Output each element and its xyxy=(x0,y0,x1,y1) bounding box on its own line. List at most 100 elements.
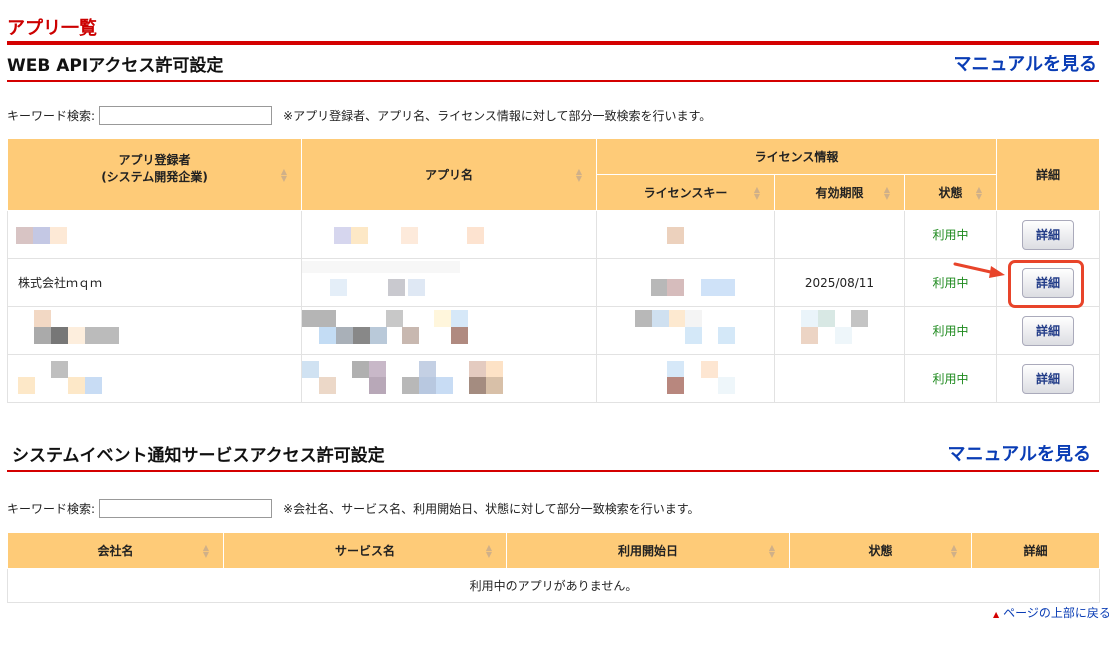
sort-icon: ▲ ▼ xyxy=(950,542,957,559)
app-name-cell xyxy=(301,210,597,259)
redacted-block xyxy=(419,377,436,394)
redacted-block xyxy=(34,327,51,344)
page-top-link[interactable]: ▲ ページの上部に戻る xyxy=(993,604,1109,621)
page-top-label: ページの上部に戻る xyxy=(1003,606,1109,620)
col-sysevent-status[interactable]: 状態 ▲ ▼ xyxy=(789,532,972,569)
col-company[interactable]: 会社名 ▲ ▼ xyxy=(7,532,224,569)
sort-icon: ▲ ▼ xyxy=(280,166,287,183)
webapi-search-hint: ※アプリ登録者、アプリ名、ライセンス情報に対して部分一致検索を行います。 xyxy=(283,109,712,123)
expiry-cell: 2025/08/11 xyxy=(774,258,905,307)
redacted-block xyxy=(18,377,35,394)
redacted-block xyxy=(302,310,336,327)
sysevent-manual-link[interactable]: マニュアルを見る xyxy=(948,440,1091,466)
license-key-cell xyxy=(596,354,775,403)
expiry-cell xyxy=(774,306,905,355)
sysevent-search-label: キーワード検索: xyxy=(7,502,96,516)
table-row: 利用中 詳細 xyxy=(7,354,1101,403)
redacted-block xyxy=(635,310,652,327)
col-app-name[interactable]: アプリ名 ▲ ▼ xyxy=(301,138,597,211)
redacted-block xyxy=(451,310,468,327)
redacted-block xyxy=(51,361,68,378)
redacted-block xyxy=(436,377,453,394)
registrant-cell: 株式会社ｍｑｍ xyxy=(7,258,302,307)
sysevent-section-header: システムイベント通知サービスアクセス許可設定 マニュアルを見る xyxy=(7,442,1099,472)
webapi-manual-link[interactable]: マニュアルを見る xyxy=(954,50,1097,76)
sysevent-table: 会社名 ▲ ▼ サービス名 ▲ ▼ 利用開始日 ▲ ▼ 状態 ▲ ▼ 詳細 利用中のアプ… xyxy=(7,532,1100,603)
redacted-block xyxy=(451,327,468,344)
col-service[interactable]: サービス名 ▲ ▼ xyxy=(223,532,507,569)
redacted-block xyxy=(718,327,735,344)
detail-cell: 詳細 xyxy=(996,210,1101,259)
col-service-label: サービス名 xyxy=(334,544,395,558)
redacted-block xyxy=(701,279,718,296)
redacted-block xyxy=(667,227,684,244)
redacted-block xyxy=(667,377,684,394)
redacted-block xyxy=(16,227,33,244)
registrant-cell xyxy=(7,354,302,403)
redacted-block xyxy=(801,327,818,344)
redacted-block xyxy=(818,310,835,327)
col-registrant-label: アプリ登録者 xyxy=(118,152,191,167)
redacted-block xyxy=(68,377,85,394)
redacted-block xyxy=(419,361,436,378)
redacted-block xyxy=(401,227,418,244)
redacted-block xyxy=(334,227,351,244)
redacted-block xyxy=(402,377,419,394)
sort-icon: ▲ ▼ xyxy=(753,184,760,201)
redacted-block xyxy=(302,261,460,273)
col-start-date[interactable]: 利用開始日 ▲ ▼ xyxy=(506,532,790,569)
license-key-cell xyxy=(596,306,775,355)
webapi-search-input[interactable] xyxy=(99,106,273,125)
col-registrant-sub: (システム開発企業) xyxy=(101,169,208,184)
col-status-label: 状態 xyxy=(938,186,963,200)
table-row: 株式会社ｍｑｍ 2025/08/11 利用中 詳細 xyxy=(7,258,1101,307)
col-license-group: ライセンス情報 xyxy=(595,138,998,175)
col-license-key[interactable]: ライセンスキー ▲ ▼ xyxy=(596,174,775,211)
col-license-key-label: ライセンスキー xyxy=(643,186,728,200)
col-registrant[interactable]: アプリ登録者 (システム開発企業) ▲ ▼ xyxy=(7,138,302,211)
triangle-up-icon: ▲ xyxy=(993,610,1000,619)
redacted-block xyxy=(319,377,336,394)
col-status[interactable]: 状態 ▲ ▼ xyxy=(903,174,998,211)
status-cell: 利用中 xyxy=(903,210,998,259)
redacted-block xyxy=(667,361,684,378)
app-name-cell xyxy=(301,306,597,355)
col-start-date-label: 利用開始日 xyxy=(617,544,678,558)
table-row: 利用中のアプリがありません。 xyxy=(7,568,1100,603)
webapi-section-header: WEB APIアクセス許可設定 マニュアルを見る xyxy=(7,52,1099,82)
redacted-block xyxy=(336,327,353,344)
col-app-name-label: アプリ名 xyxy=(424,168,473,182)
redacted-block xyxy=(718,279,735,296)
redacted-block xyxy=(652,310,669,327)
sysevent-heading: システムイベント通知サービスアクセス許可設定 xyxy=(12,446,385,466)
redacted-block xyxy=(353,327,370,344)
detail-cell: 詳細 xyxy=(996,306,1101,355)
sysevent-search-row: キーワード検索: ※会社名、サービス名、利用開始日、状態に対して部分一致検索を行… xyxy=(7,499,700,518)
redacted-block xyxy=(319,327,336,344)
redacted-block xyxy=(369,361,386,378)
detail-button[interactable]: 詳細 xyxy=(1022,363,1075,394)
col-expiry[interactable]: 有効期限 ▲ ▼ xyxy=(774,174,905,211)
redacted-block xyxy=(85,327,119,344)
license-key-cell xyxy=(596,210,775,259)
title-divider xyxy=(7,41,1099,45)
redacted-block xyxy=(50,227,67,244)
expiry-cell xyxy=(774,354,905,403)
detail-button[interactable]: 詳細 xyxy=(1022,219,1075,250)
redacted-block xyxy=(330,279,347,296)
empty-message: 利用中のアプリがありません。 xyxy=(7,568,1100,603)
detail-button[interactable]: 詳細 xyxy=(1022,315,1075,346)
sort-icon: ▲ ▼ xyxy=(975,184,983,201)
sysevent-search-input[interactable] xyxy=(99,499,273,518)
redacted-block xyxy=(351,227,368,244)
redacted-block xyxy=(369,377,386,394)
redacted-block xyxy=(386,310,403,327)
detail-cell: 詳細 xyxy=(996,354,1101,403)
redacted-block xyxy=(85,377,102,394)
redacted-block xyxy=(801,310,818,327)
registrant-cell xyxy=(7,210,302,259)
col-detail: 詳細 xyxy=(996,138,1101,211)
redacted-block xyxy=(388,279,405,296)
redacted-block xyxy=(467,227,484,244)
webapi-search-label: キーワード検索: xyxy=(7,109,96,123)
